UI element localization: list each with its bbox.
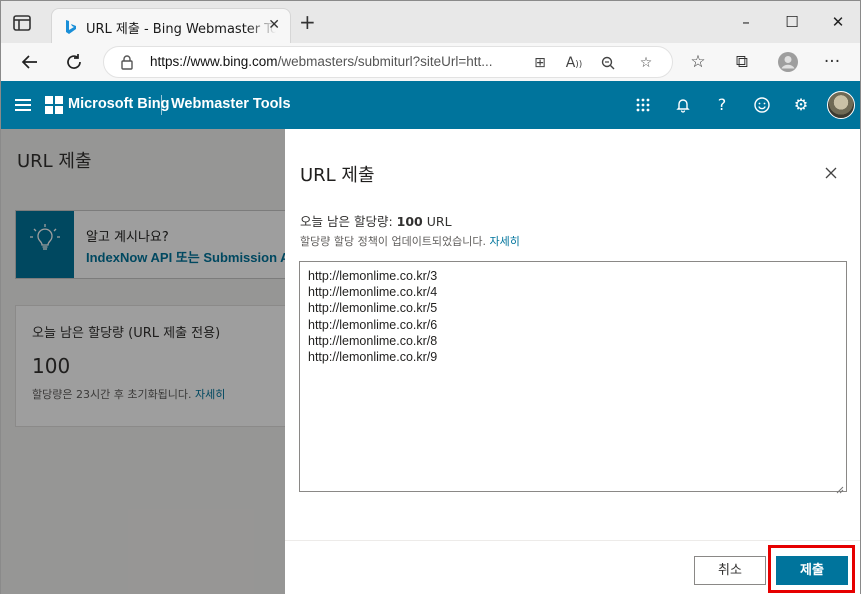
url-host: https://www.bing.com	[150, 54, 278, 69]
new-tab-icon[interactable]: +	[299, 12, 316, 32]
tab-close-icon[interactable]: ✕	[268, 17, 280, 33]
back-icon[interactable]	[17, 49, 43, 75]
avatar[interactable]	[827, 91, 855, 119]
bing-favicon-icon	[64, 19, 78, 35]
quota-unit: URL	[426, 214, 452, 229]
product-name[interactable]: Webmaster Tools	[171, 96, 291, 112]
more-options-icon[interactable]: ···	[819, 49, 845, 75]
browser-tab-bar: URL 제출 - Bing Webmaster Tools ✕ + – ☐ ✕	[1, 1, 860, 43]
browser-tab[interactable]: URL 제출 - Bing Webmaster Tools ✕	[51, 8, 291, 43]
menu-icon[interactable]	[15, 99, 31, 111]
submit-url-panel: URL 제출 오늘 남은 할당량: 100 URL 할당량 할당 정책이 업데이…	[285, 129, 860, 594]
zoom-icon[interactable]	[596, 51, 620, 75]
help-icon[interactable]: ?	[710, 93, 734, 117]
bell-icon[interactable]	[671, 93, 695, 117]
header-divider	[161, 95, 162, 115]
window-close-icon[interactable]: ✕	[823, 9, 853, 35]
policy-text: 할당량 할당 정책이 업데이트되었습니다.	[300, 235, 487, 248]
read-aloud-icon[interactable]: A))	[562, 51, 586, 75]
smiley-icon[interactable]	[750, 93, 774, 117]
address-text[interactable]: https://www.bing.com/webmasters/submitur…	[150, 54, 522, 69]
collections-icon[interactable]: ⧉	[729, 49, 755, 75]
submit-highlight-box	[768, 545, 855, 593]
app-available-icon[interactable]: ⊞	[528, 51, 552, 75]
quota-value: 100	[396, 214, 423, 229]
favorites-icon[interactable]: ☆	[685, 49, 711, 75]
modal-overlay[interactable]	[1, 129, 285, 594]
tab-actions-icon[interactable]	[11, 12, 33, 34]
footer-divider	[285, 540, 860, 541]
url-list-input[interactable]: http://lemonlime.co.kr/3 http://lemonlim…	[299, 261, 847, 492]
quota-label: 오늘 남은 할당량:	[300, 214, 393, 229]
remaining-quota: 오늘 남은 할당량: 100 URL	[300, 211, 452, 230]
profile-icon[interactable]	[775, 49, 801, 75]
panel-title: URL 제출	[300, 165, 375, 186]
site-header: Microsoft Bing Webmaster Tools ? ⚙	[1, 81, 860, 129]
apps-icon[interactable]	[631, 93, 655, 117]
refresh-icon[interactable]	[61, 49, 87, 75]
brand-name[interactable]: Microsoft Bing	[68, 96, 170, 112]
close-icon[interactable]	[823, 165, 839, 181]
minimize-icon[interactable]: –	[731, 9, 761, 35]
gear-icon[interactable]: ⚙	[789, 93, 813, 117]
maximize-icon[interactable]: ☐	[777, 9, 807, 35]
microsoft-logo-icon	[45, 96, 63, 114]
policy-details-link[interactable]: 자세히	[490, 235, 520, 248]
resize-grip-icon[interactable]	[834, 479, 844, 494]
policy-notice: 할당량 할당 정책이 업데이트되었습니다. 자세히	[300, 233, 520, 249]
url-path: /webmasters/submiturl?siteUrl=htt...	[277, 54, 493, 69]
address-bar[interactable]: https://www.bing.com/webmasters/submitur…	[103, 46, 673, 78]
add-favorite-icon[interactable]: ☆	[634, 51, 658, 75]
tab-title: URL 제출 - Bing Webmaster Tools	[86, 22, 276, 37]
browser-toolbar: https://www.bing.com/webmasters/submitur…	[1, 43, 860, 81]
cancel-button[interactable]: 취소	[694, 556, 766, 585]
lock-icon[interactable]	[120, 55, 134, 70]
